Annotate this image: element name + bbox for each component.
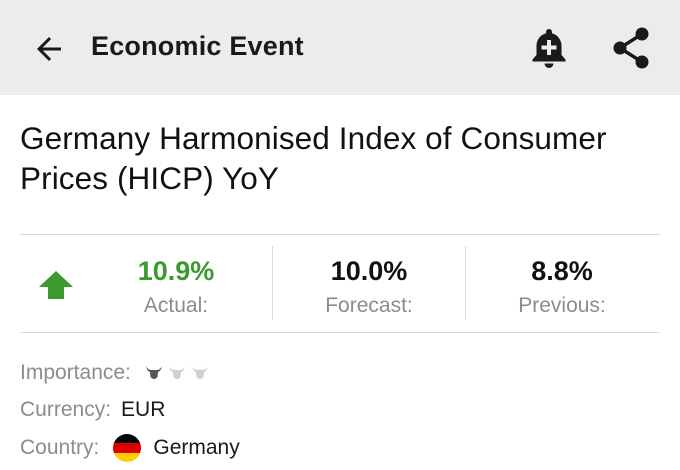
forecast-value: 10.0%: [330, 256, 408, 286]
currency-value: EUR: [121, 398, 166, 421]
previous-value: 8.8%: [531, 256, 593, 286]
share-button[interactable]: [608, 25, 654, 71]
bull-icon: [191, 366, 208, 379]
importance-row: Importance:: [20, 358, 209, 388]
page-title: Economic Event: [91, 31, 304, 61]
bull-icon: [145, 366, 162, 379]
share-icon: [613, 27, 649, 69]
country-value: Germany: [153, 436, 240, 459]
actual-stat: 10.9% Actual:: [104, 256, 248, 318]
back-button[interactable]: [28, 28, 70, 70]
country-row: Country: Germany: [20, 433, 240, 463]
app-bar: Economic Event: [0, 0, 680, 95]
currency-label: Currency:: [20, 398, 112, 421]
bull-icon: [168, 366, 185, 379]
currency-row: Currency: EUR: [20, 395, 165, 425]
importance-label: Importance:: [20, 361, 131, 384]
forecast-stat: 10.0% Forecast:: [273, 256, 465, 318]
forecast-label: Forecast:: [325, 294, 413, 317]
previous-label: Previous:: [518, 294, 606, 317]
add-alert-button[interactable]: [527, 26, 571, 70]
arrow-left-icon: [37, 37, 61, 61]
divider-bottom: [20, 332, 660, 333]
event-title: Germany Harmonised Index of Consumer Pri…: [20, 120, 607, 196]
importance-rating: [145, 365, 209, 381]
bell-plus-icon: [532, 29, 566, 68]
germany-flag-icon: [113, 434, 142, 462]
country-label: Country:: [20, 436, 100, 459]
divider-top: [20, 234, 660, 235]
previous-stat: 8.8% Previous:: [466, 256, 658, 318]
actual-value: 10.9%: [137, 256, 215, 286]
arrow-up-icon: [39, 271, 73, 299]
actual-label: Actual:: [143, 294, 209, 317]
